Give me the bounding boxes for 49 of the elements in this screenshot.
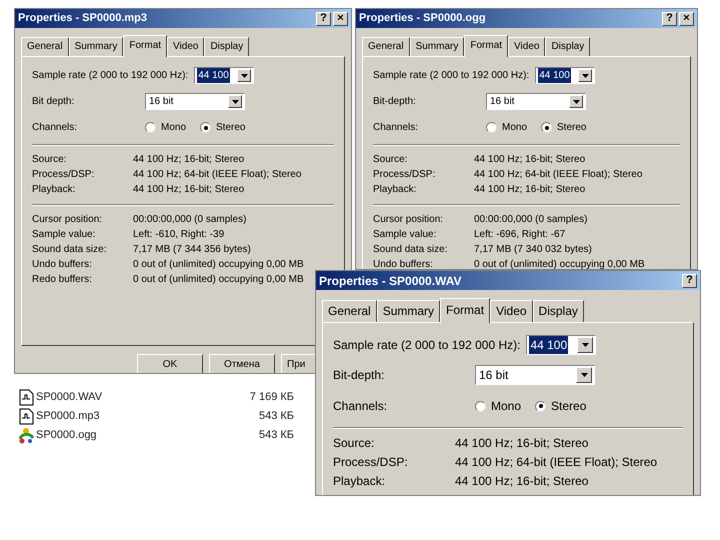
info-label: Process/DSP: xyxy=(373,168,436,182)
field-label: Channels: xyxy=(373,121,420,135)
info-label: Sample value: xyxy=(373,228,438,242)
info-value: 44 100 Hz; 16-bit; Stereo xyxy=(474,183,586,197)
info-label: Source: xyxy=(32,153,68,167)
info-label: Process/DSP: xyxy=(32,168,96,182)
info-value: 44 100 Hz; 16-bit; Stereo xyxy=(474,153,586,167)
info-label: Redo buffers: xyxy=(32,273,93,287)
info-label: Playback: xyxy=(333,473,386,490)
field-label: Sample rate (2 000 to 192 000 Hz): xyxy=(32,69,188,83)
info-value: 44 100 Hz; 64-bit (IEEE Float); Stereo xyxy=(133,168,302,182)
file-size: 7 169 КБ xyxy=(250,390,294,405)
info-value: 00:00:00,000 (0 samples) xyxy=(474,213,588,227)
field-label: Sample rate (2 000 to 192 000 Hz): xyxy=(373,69,530,83)
field-label: Sample rate (2 000 to 192 000 Hz): xyxy=(333,337,520,354)
info-value: 7,17 MB (7 340 032 bytes) xyxy=(474,243,593,257)
info-label: Undo buffers: xyxy=(373,258,434,269)
window-title: Properties - SP0000.WAV xyxy=(319,272,462,290)
info-label: Playback: xyxy=(32,183,76,197)
field-label: Channels: xyxy=(32,121,78,135)
info-value: 44 100 Hz; 64-bit (IEEE Float); Stereo xyxy=(455,454,658,471)
info-label: Undo buffers: xyxy=(32,258,93,272)
file-size: 543 КБ xyxy=(258,408,294,424)
info-value: 44 100 Hz; 16-bit; Stereo xyxy=(455,473,590,490)
info-value: 00:00:00,000 (0 samples) xyxy=(133,213,248,227)
info-value: 44 100 Hz; 16-bit; Stereo xyxy=(455,435,590,452)
info-label: Sample value: xyxy=(32,228,96,242)
info-label: Source: xyxy=(333,435,376,452)
info-label: Sound data size: xyxy=(373,243,448,257)
window-title: Properties - SP0000.mp3 xyxy=(18,11,148,26)
info-value: 7,17 MB (7 344 356 bytes) xyxy=(133,243,252,257)
field-label: Channels: xyxy=(333,398,388,415)
info-value: 0 out of (unlimited) occupying 0,00 MB xyxy=(133,258,305,272)
field-label: Bit-depth: xyxy=(373,95,417,109)
info-label: Cursor position: xyxy=(373,213,444,227)
info-value: Left: -696, Right: -67 xyxy=(474,228,566,242)
info-label: Sound data size: xyxy=(32,243,108,257)
info-label: Process/DSP: xyxy=(333,454,409,471)
info-value: Left: -610, Right: -39 xyxy=(133,228,226,242)
info-value: 44 100 Hz; 16-bit; Stereo xyxy=(133,183,246,197)
file-size: 543 КБ xyxy=(258,428,294,443)
info-label: Source: xyxy=(373,153,408,167)
info-value: 44 100 Hz; 64-bit (IEEE Float); Stereo xyxy=(474,168,644,182)
field-label: Bit depth: xyxy=(32,95,76,109)
info-label: Playback: xyxy=(373,183,418,197)
window-title: Properties - SP0000.ogg xyxy=(359,11,486,26)
info-value: 0 out of (unlimited) occupying 0,00 MB xyxy=(474,258,646,269)
info-value: 44 100 Hz; 16-bit; Stereo xyxy=(133,153,246,167)
info-label: Cursor position: xyxy=(32,213,104,227)
